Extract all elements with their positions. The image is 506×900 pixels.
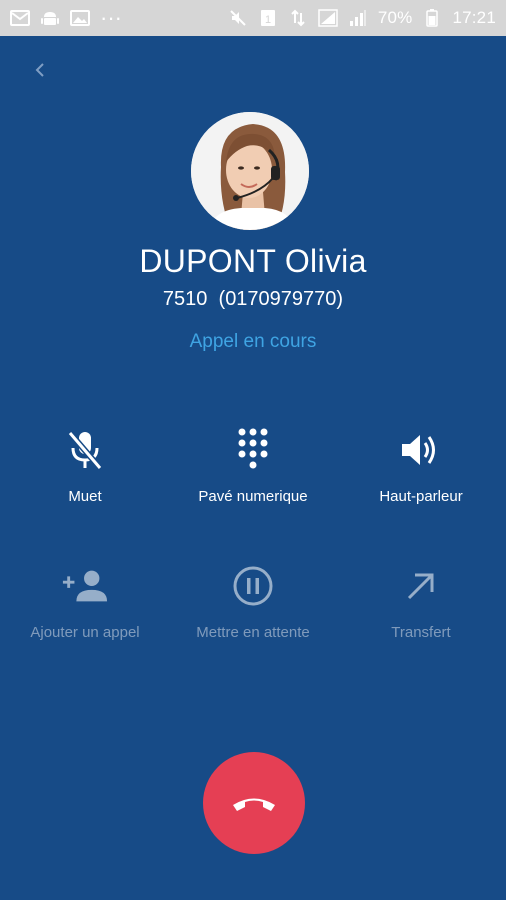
mute-button[interactable]: Muet [1, 426, 169, 522]
caller-name: DUPONT Olivia [139, 243, 367, 279]
mute-label: Muet [68, 488, 102, 505]
add-call-button[interactable]: Ajouter un appel [1, 562, 169, 658]
speaker-label: Haut-parleur [379, 488, 463, 505]
more-notifications-icon: ··· [100, 5, 122, 30]
gallery-icon [70, 9, 90, 27]
keypad-button[interactable]: Pavé numerique [169, 426, 337, 522]
caller-photo [191, 112, 309, 230]
keypad-label: Pavé numerique [198, 488, 308, 505]
mute-notification-icon [228, 9, 248, 27]
hold-button[interactable]: Mettre en attente [169, 562, 337, 658]
transfer-label: Transfert [391, 624, 451, 641]
mail-icon [10, 9, 30, 27]
android-icon [40, 9, 60, 27]
avatar [191, 112, 309, 230]
back-button[interactable] [28, 58, 52, 82]
svg-text:1: 1 [265, 14, 271, 26]
caller-number: 7510 (0170979770) [162, 288, 344, 310]
mic-off-icon [61, 426, 109, 474]
sim-icon: 1 [258, 9, 278, 27]
transfer-button[interactable]: Transfert [337, 562, 505, 658]
add-call-label: Ajouter un appel [30, 624, 140, 641]
volume-up-icon [397, 426, 445, 474]
hold-label: Mettre en attente [196, 624, 310, 641]
status-right: 1 70% 17:21 [228, 8, 496, 28]
data-transfer-icon [288, 9, 308, 27]
signal-bars-icon [348, 9, 368, 27]
add-person-icon [61, 562, 109, 610]
end-call-button[interactable] [203, 752, 305, 854]
status-bar: ··· 1 70% 17:21 [0, 0, 506, 36]
chevron-left-icon [35, 63, 44, 77]
battery-icon [422, 9, 442, 27]
arrow-up-right-icon [397, 562, 445, 610]
status-left: ··· [10, 5, 122, 30]
hang-up-icon [233, 798, 275, 811]
call-status: Appel en cours [189, 331, 317, 352]
dialpad-icon [229, 426, 277, 474]
pause-circle-icon [229, 562, 277, 610]
signal-box-icon [318, 9, 338, 27]
clock: 17:21 [452, 8, 496, 27]
battery-percentage: 70% [377, 8, 413, 27]
speaker-button[interactable]: Haut-parleur [337, 426, 505, 522]
